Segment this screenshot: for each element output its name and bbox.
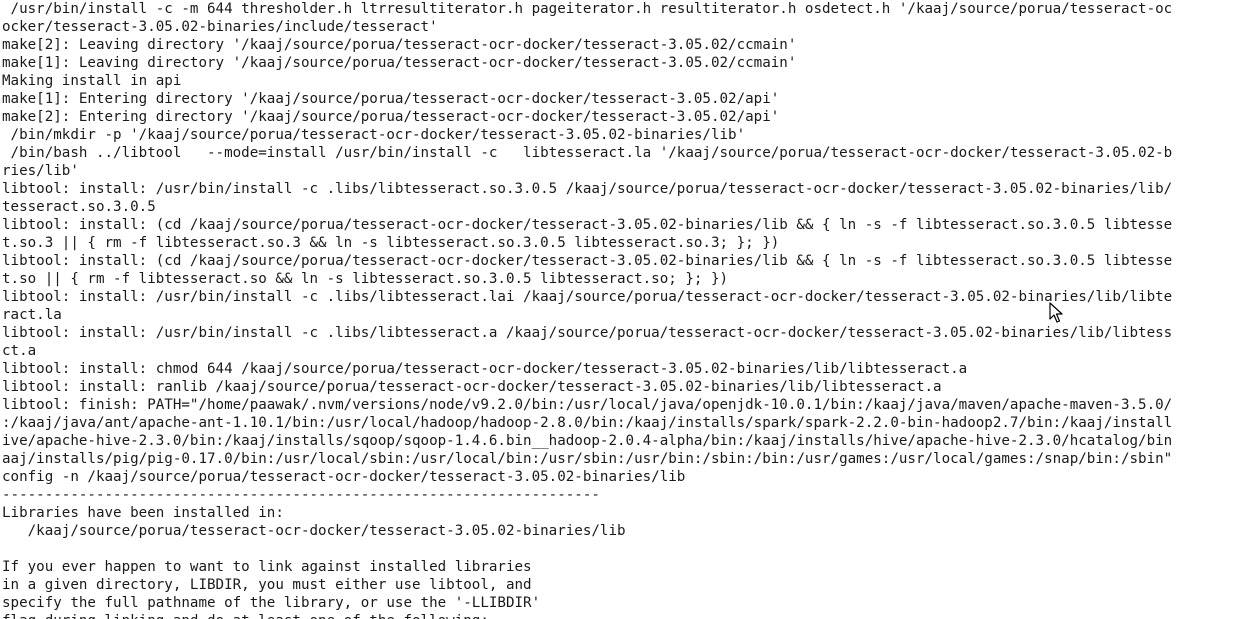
terminal-output: /usr/bin/install -c -m 644 thresholder.h… (2, 0, 1172, 619)
terminal-line: ive/apache-hive-2.3.0/bin:/kaaj/installs… (2, 433, 1173, 449)
terminal-line: libtool: install: /usr/bin/install -c .l… (2, 289, 1173, 305)
terminal-line: ct.a (2, 343, 37, 359)
terminal-line: ries/lib' (2, 163, 79, 179)
terminal-line: /kaaj/source/porua/tesseract-ocr-docker/… (2, 523, 626, 539)
terminal-line: /usr/bin/install -c -m 644 thresholder.h… (2, 1, 1173, 17)
terminal-line: :/kaaj/java/ant/apache-ant-1.10.1/bin:/u… (2, 415, 1173, 431)
terminal-line: libtool: finish: PATH="/home/paawak/.nvm… (2, 397, 1173, 413)
terminal-line: libtool: install: ranlib /kaaj/source/po… (2, 379, 942, 395)
terminal-line: ract.la (2, 307, 62, 323)
terminal-line: in a given directory, LIBDIR, you must e… (2, 577, 532, 593)
terminal-line: t.so.3 || { rm -f libtesseract.so.3 && l… (2, 235, 780, 251)
terminal-line: specify the full pathname of the library… (2, 595, 541, 611)
terminal-line: ----------------------------------------… (2, 487, 600, 503)
terminal-line: ocker/tesseract-3.05.02-binaries/include… (2, 19, 438, 35)
terminal-line: libtool: install: (cd /kaaj/source/porua… (2, 217, 1173, 233)
terminal-line: make[1]: Entering directory '/kaaj/sourc… (2, 91, 780, 107)
terminal-line: libtool: install: (cd /kaaj/source/porua… (2, 253, 1173, 269)
terminal-line: aaj/installs/pig/pig-0.17.0/bin:/usr/loc… (2, 451, 1173, 467)
terminal-window[interactable]: /usr/bin/install -c -m 644 thresholder.h… (0, 0, 1233, 619)
terminal-line: Making install in api (2, 73, 182, 89)
terminal-line: Libraries have been installed in: (2, 505, 284, 521)
terminal-line: make[2]: Leaving directory '/kaaj/source… (2, 37, 797, 53)
terminal-line: If you ever happen to want to link again… (2, 559, 532, 575)
terminal-line: /bin/bash ../libtool --mode=install /usr… (2, 145, 1173, 161)
terminal-line: tesseract.so.3.0.5 (2, 199, 156, 215)
terminal-line: flag during linking and do at least one … (2, 612, 1172, 619)
terminal-line: libtool: install: /usr/bin/install -c .l… (2, 181, 1173, 197)
terminal-line: /bin/mkdir -p '/kaaj/source/porua/tesser… (2, 127, 746, 143)
terminal-line: make[1]: Leaving directory '/kaaj/source… (2, 55, 797, 71)
terminal-line: make[2]: Entering directory '/kaaj/sourc… (2, 109, 780, 125)
terminal-line: libtool: install: chmod 644 /kaaj/source… (2, 361, 968, 377)
terminal-line: config -n /kaaj/source/porua/tesseract-o… (2, 469, 686, 485)
terminal-line: libtool: install: /usr/bin/install -c .l… (2, 325, 1173, 341)
terminal-line: t.so || { rm -f libtesseract.so && ln -s… (2, 271, 729, 287)
